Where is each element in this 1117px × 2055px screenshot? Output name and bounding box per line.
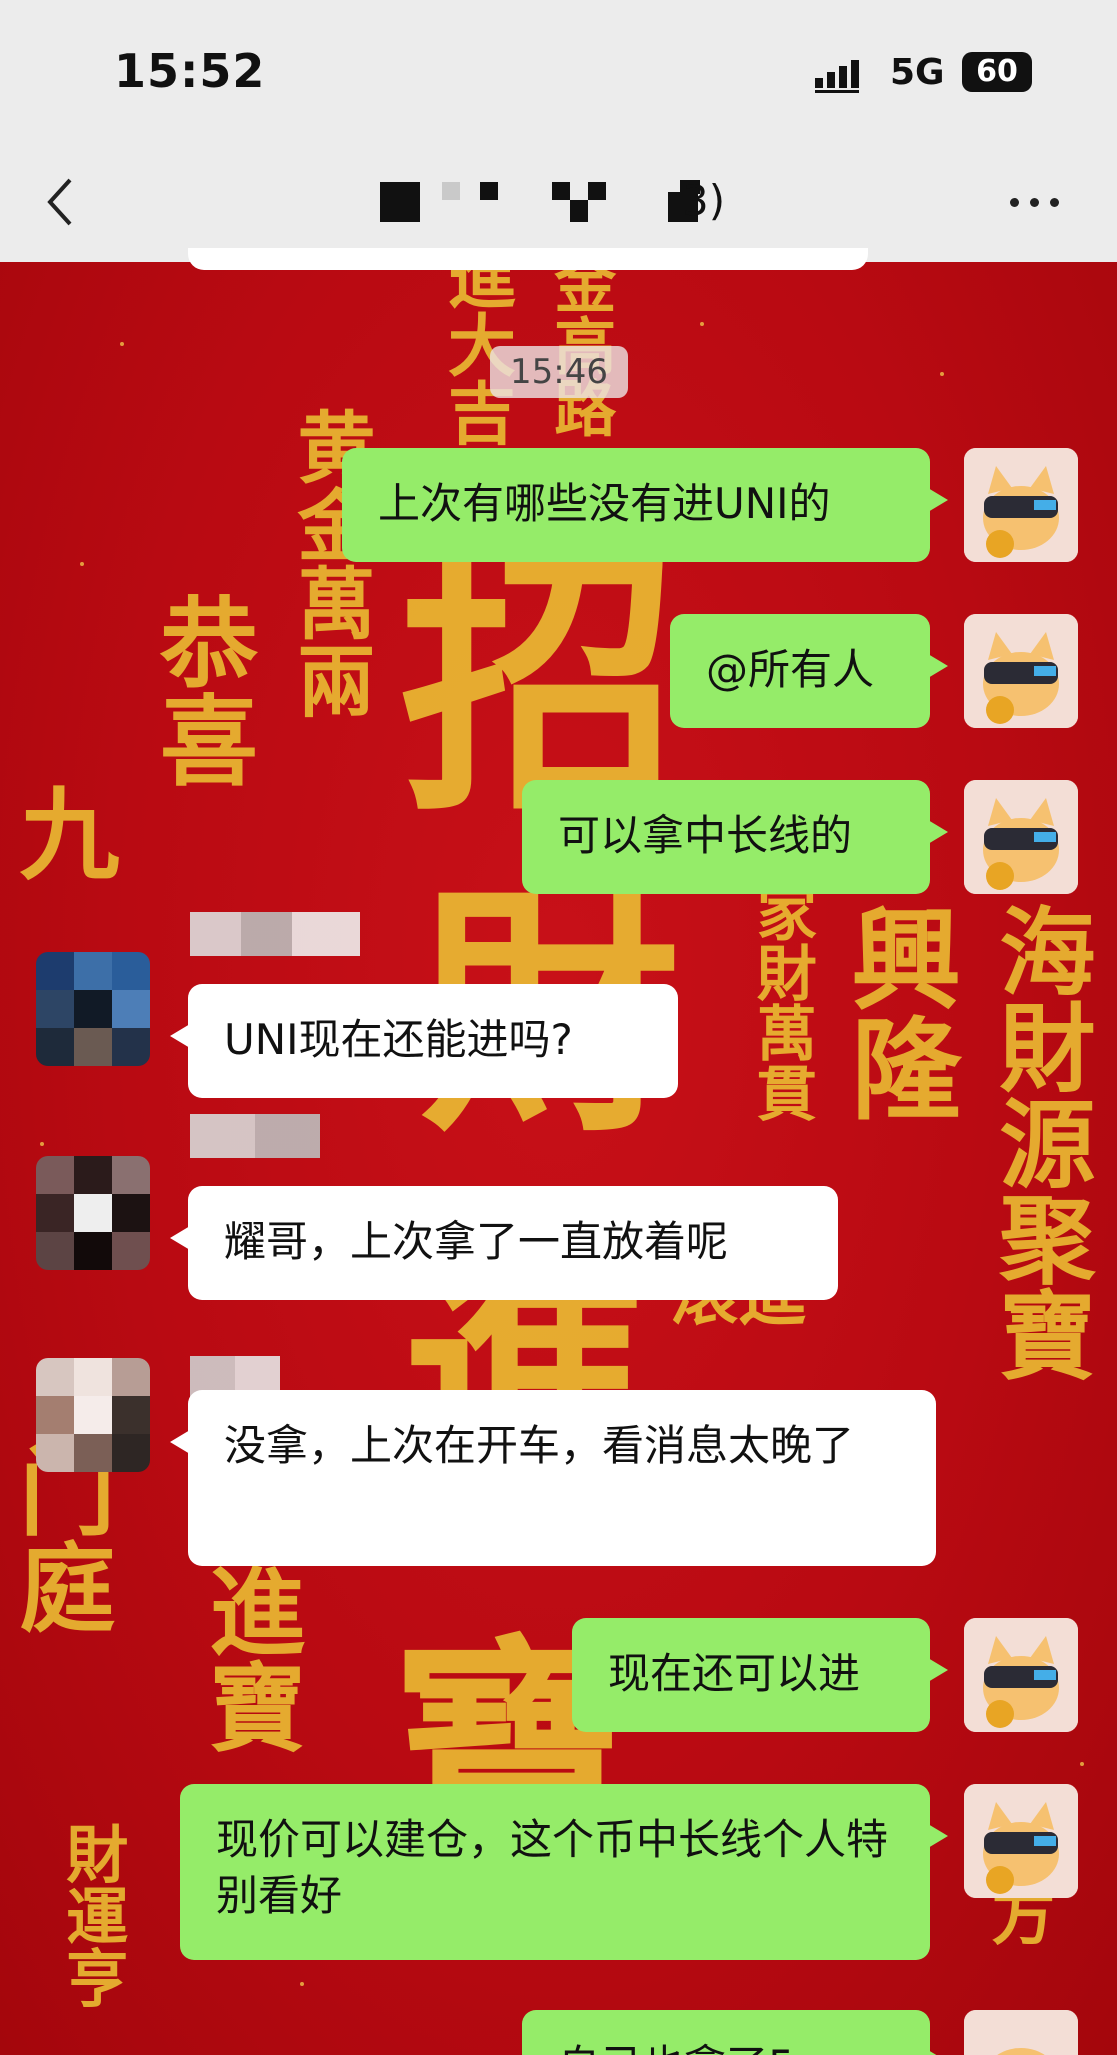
avatar-self[interactable] <box>964 1784 1078 1898</box>
cat-avatar-icon <box>964 2010 1078 2055</box>
avatar-self[interactable] <box>964 780 1078 894</box>
avatar-self[interactable] <box>964 614 1078 728</box>
message-timestamp: 15:46 <box>490 346 628 398</box>
cat-avatar-icon <box>964 1618 1078 1732</box>
status-time: 15:52 <box>114 44 266 98</box>
cat-avatar-icon <box>964 614 1078 728</box>
member-count: 3) <box>682 176 726 225</box>
cat-avatar-icon <box>964 448 1078 562</box>
bg-calligraphy: 家財萬貫 <box>746 882 817 1122</box>
message-bubble-outgoing[interactable]: 自己也拿了5 <box>522 2010 948 2055</box>
avatar-self[interactable] <box>964 448 1078 562</box>
message-bubble-incoming[interactable]: 耀哥，上次拿了一直放着呢 <box>170 1186 838 1300</box>
network-type: 5G <box>890 52 945 93</box>
chat-header: 3) <box>0 150 1117 262</box>
avatar-self[interactable] <box>964 1618 1078 1732</box>
bg-calligraphy: 恭喜 <box>142 592 258 788</box>
more-options-icon[interactable] <box>1008 188 1064 218</box>
bg-calligraphy: 財運亨 <box>55 1822 129 2008</box>
message-bubble-outgoing[interactable]: 上次有哪些没有进UNI的 <box>342 448 948 562</box>
avatar-member-blurred[interactable] <box>36 952 150 1066</box>
bg-calligraphy: 海財源聚寶 <box>982 902 1096 1382</box>
bg-calligraphy: 興隆 <box>832 902 962 1122</box>
avatar-self[interactable] <box>964 2010 1078 2055</box>
avatar-member-blurred[interactable] <box>36 1156 150 1270</box>
cat-avatar-icon <box>964 1784 1078 1898</box>
bg-calligraphy: 九 <box>2 782 120 882</box>
nickname-redacted <box>190 912 360 956</box>
battery-icon: 60 <box>962 52 1032 92</box>
message-bubble-outgoing[interactable]: 现价可以建仓，这个币中长线个人特别看好 <box>180 1784 948 1960</box>
group-title-redacted <box>380 180 800 230</box>
status-bar: 15:52 5G 60 <box>0 0 1117 150</box>
avatar-member-blurred[interactable] <box>36 1358 150 1472</box>
chat-area[interactable]: 進大吉 金高路 黄金萬兩 恭喜 九 门庭 財運亨 招 財 進 寶 興隆 海財源聚… <box>0 262 1117 2055</box>
nickname-redacted <box>190 1114 320 1158</box>
message-bubble-incoming[interactable]: UNI现在还能进吗? <box>170 984 678 1098</box>
message-bubble-outgoing[interactable]: 现在还可以进 <box>572 1618 948 1732</box>
back-arrow-icon[interactable] <box>38 172 88 232</box>
signal-icon <box>815 60 859 93</box>
bg-calligraphy: 進寶 <box>192 1562 306 1754</box>
cat-avatar-icon <box>964 780 1078 894</box>
message-bubble-outgoing[interactable]: 可以拿中长线的 <box>522 780 948 894</box>
message-bubble-outgoing[interactable]: @所有人 <box>670 614 948 728</box>
message-bubble-incoming[interactable]: 没拿，上次在开车，看消息太晚了 <box>170 1390 936 1566</box>
pinned-banner-edge <box>188 248 868 270</box>
